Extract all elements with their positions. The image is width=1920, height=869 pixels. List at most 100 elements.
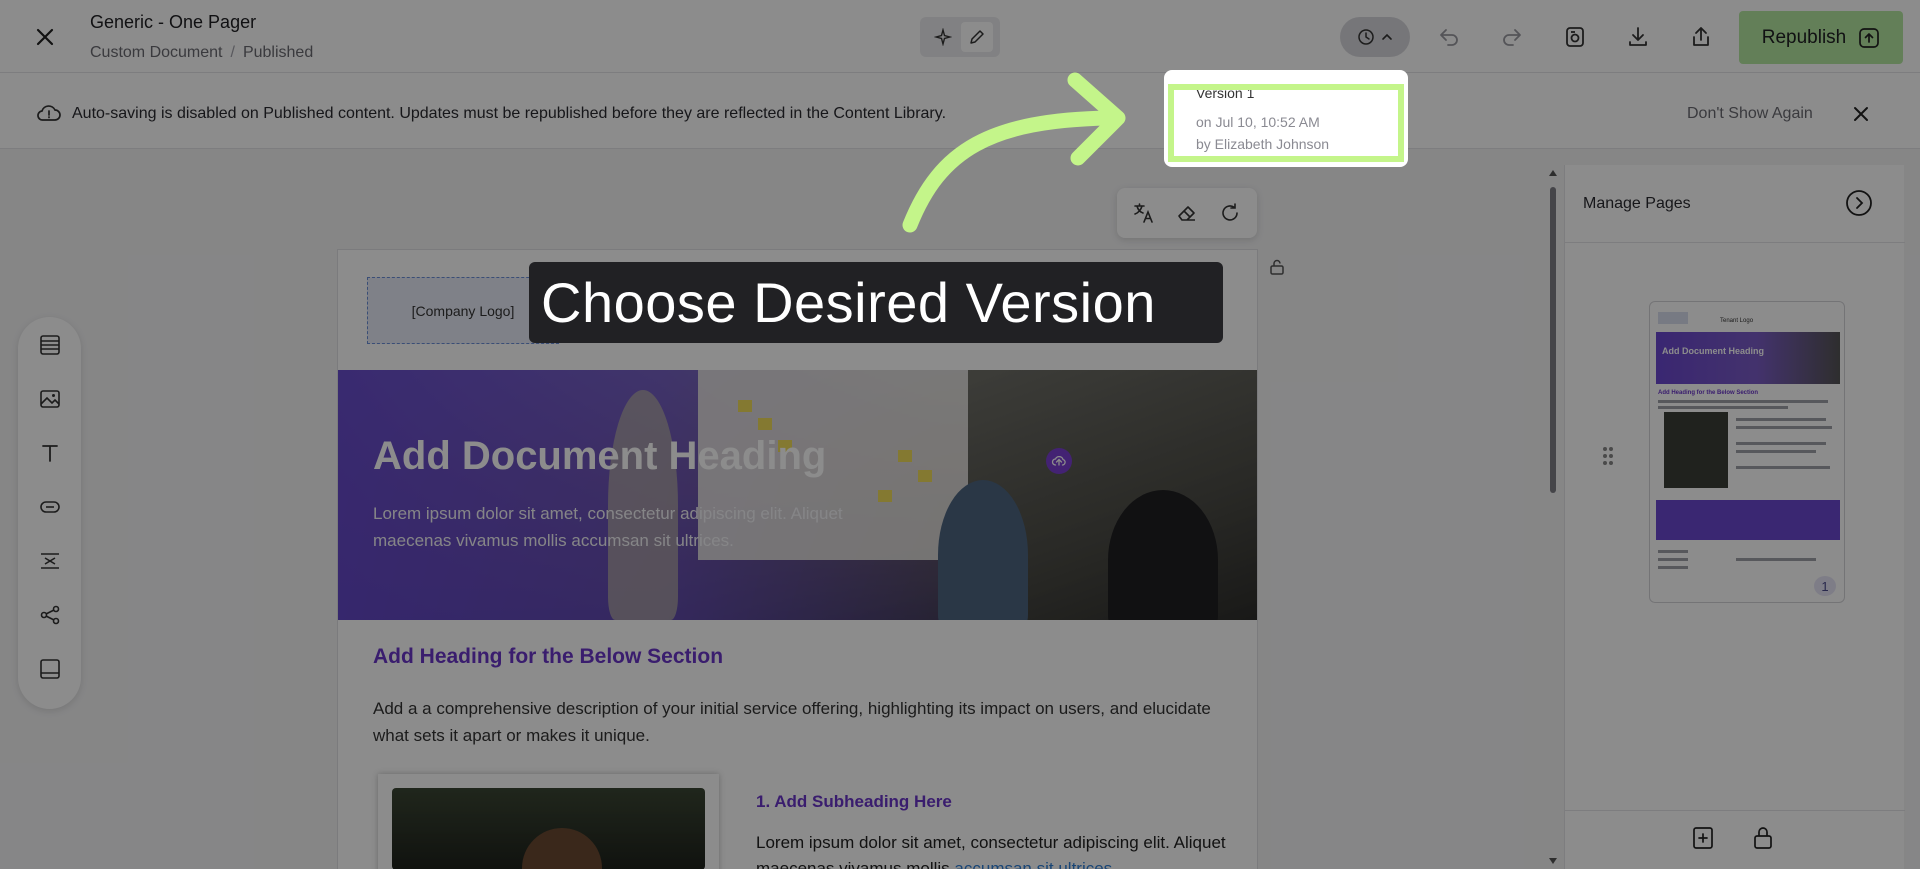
scroll-up-icon [1549,170,1557,176]
feature-image-card[interactable] [378,774,719,869]
chevron-up-icon [1382,33,1392,40]
button-icon [39,501,60,513]
panel-title: Manage Pages [1583,195,1691,212]
hero-photo-person [938,480,1028,620]
section-heading[interactable]: Add Heading for the Below Section [373,645,723,669]
document-title: Generic - One Pager [90,12,257,32]
dont-show-again-link[interactable]: Don't Show Again [1687,105,1813,123]
download-icon [1629,27,1647,46]
sticky-note [878,490,892,502]
close-icon [36,28,54,46]
thumb-text-line [1658,550,1688,553]
text-icon [41,445,58,462]
page-thumbnail[interactable]: Tenant Logo Add Document Heading Add Hea… [1649,301,1845,603]
lock-icon[interactable] [1268,258,1286,276]
upload-image-button[interactable] [1046,448,1072,474]
share-nodes-icon [40,605,59,625]
thumb-band [1656,500,1840,540]
preview-button[interactable] [1558,20,1592,54]
button-tool-button[interactable] [33,491,67,523]
subheading-text[interactable]: Lorem ipsum dolor sit amet, consectetur … [756,830,1226,869]
redo-button[interactable] [1495,20,1529,54]
thumb-text-line [1736,442,1826,445]
page-number-badge: 1 [1814,576,1836,596]
refresh-icon[interactable] [1218,201,1242,225]
scroll-thumb[interactable] [1550,187,1556,493]
thumb-hero: Add Document Heading [1656,332,1840,384]
thumb-text-line [1736,558,1816,561]
thumb-text-line [1736,466,1830,469]
canvas-toolbar [1117,188,1257,238]
hero-title[interactable]: Add Document Heading [373,434,826,479]
close-editor-button[interactable] [30,22,60,52]
thumb-text-line [1658,566,1688,569]
thumb-hero-title: Add Document Heading [1662,346,1765,356]
add-page-icon[interactable] [1691,825,1717,851]
feature-image [392,788,705,869]
breadcrumb-type[interactable]: Custom Document [90,44,223,62]
spacer-icon [40,553,59,569]
breadcrumb-status: Published [242,44,314,61]
social-tool-button[interactable] [33,599,67,631]
thumb-text-line [1736,418,1826,421]
hero-photo-person [1108,490,1218,620]
edit-mode-toggle [920,17,1000,57]
share-button[interactable] [1684,20,1718,54]
download-button[interactable] [1621,20,1655,54]
lock-icon[interactable] [1751,825,1775,851]
element-tool-rail [18,317,81,709]
version-item[interactable]: Version 1 on Jul 10, 10:52 AM by Elizabe… [1168,84,1404,162]
thumb-text-line [1736,450,1816,453]
scroll-down-icon [1549,858,1557,864]
eraser-icon[interactable] [1175,201,1199,225]
feature-image-person [522,828,602,869]
version-author: by Elizabeth Johnson [1196,136,1330,152]
arrow-right-circle-icon[interactable] [1845,189,1873,217]
breadcrumb-separator: / [230,44,235,61]
version-history-button[interactable] [1340,17,1410,57]
panel-divider [1565,242,1905,243]
republish-label: Republish [1761,26,1847,48]
canvas-scrollbar[interactable] [1547,165,1559,869]
thumb-image [1664,412,1728,488]
image-tool-button[interactable] [33,383,67,415]
notice-close-button[interactable] [1848,101,1874,127]
share-icon [1693,27,1709,46]
sticky-note [738,400,752,412]
sticky-note [758,418,772,430]
republish-button[interactable]: Republish [1739,11,1903,64]
notice-text: Auto-saving is disabled on Published con… [72,105,947,122]
thumb-text-line [1658,406,1788,409]
footer-icon [39,659,60,679]
undo-button[interactable] [1432,20,1466,54]
rows-icon [39,335,60,355]
hero-subtitle[interactable]: Lorem ipsum dolor sit amet, consectetur … [373,500,853,554]
spacer-tool-button[interactable] [33,545,67,577]
hero-banner[interactable]: Add Document Heading Lorem ipsum dolor s… [338,370,1257,620]
thumb-text-line [1736,426,1832,429]
drag-handle-icon[interactable] [1601,445,1615,467]
sparkle-icon [934,28,952,46]
top-bar: Generic - One Pager Custom Document / Pu… [0,0,1920,73]
cloud-icon [37,105,61,121]
republish-icon [1859,27,1880,48]
section-tool-button[interactable] [33,329,67,361]
footer-tool-button[interactable] [33,653,67,685]
subheading-link[interactable]: accumsan sit ultrices [954,859,1112,869]
sticky-note [918,470,932,482]
panel-footer-divider [1565,810,1905,811]
ai-mode-button[interactable] [927,22,959,52]
undo-icon [1440,29,1458,46]
manage-pages-panel: Manage Pages Tenant Logo Add Document He… [1564,165,1905,869]
section-description[interactable]: Add a a comprehensive description of you… [373,695,1223,749]
close-icon [1854,107,1868,121]
thumb-tenant-logo: Tenant Logo [1720,318,1754,324]
image-icon [39,390,60,408]
thumb-logo [1658,312,1688,324]
subheading[interactable]: 1. Add Subheading Here [756,792,952,812]
edit-mode-button[interactable] [961,22,993,52]
clock-icon [1358,29,1374,45]
version-date: on Jul 10, 10:52 AM [1196,114,1320,130]
translate-icon[interactable] [1132,201,1156,225]
text-tool-button[interactable] [33,437,67,469]
